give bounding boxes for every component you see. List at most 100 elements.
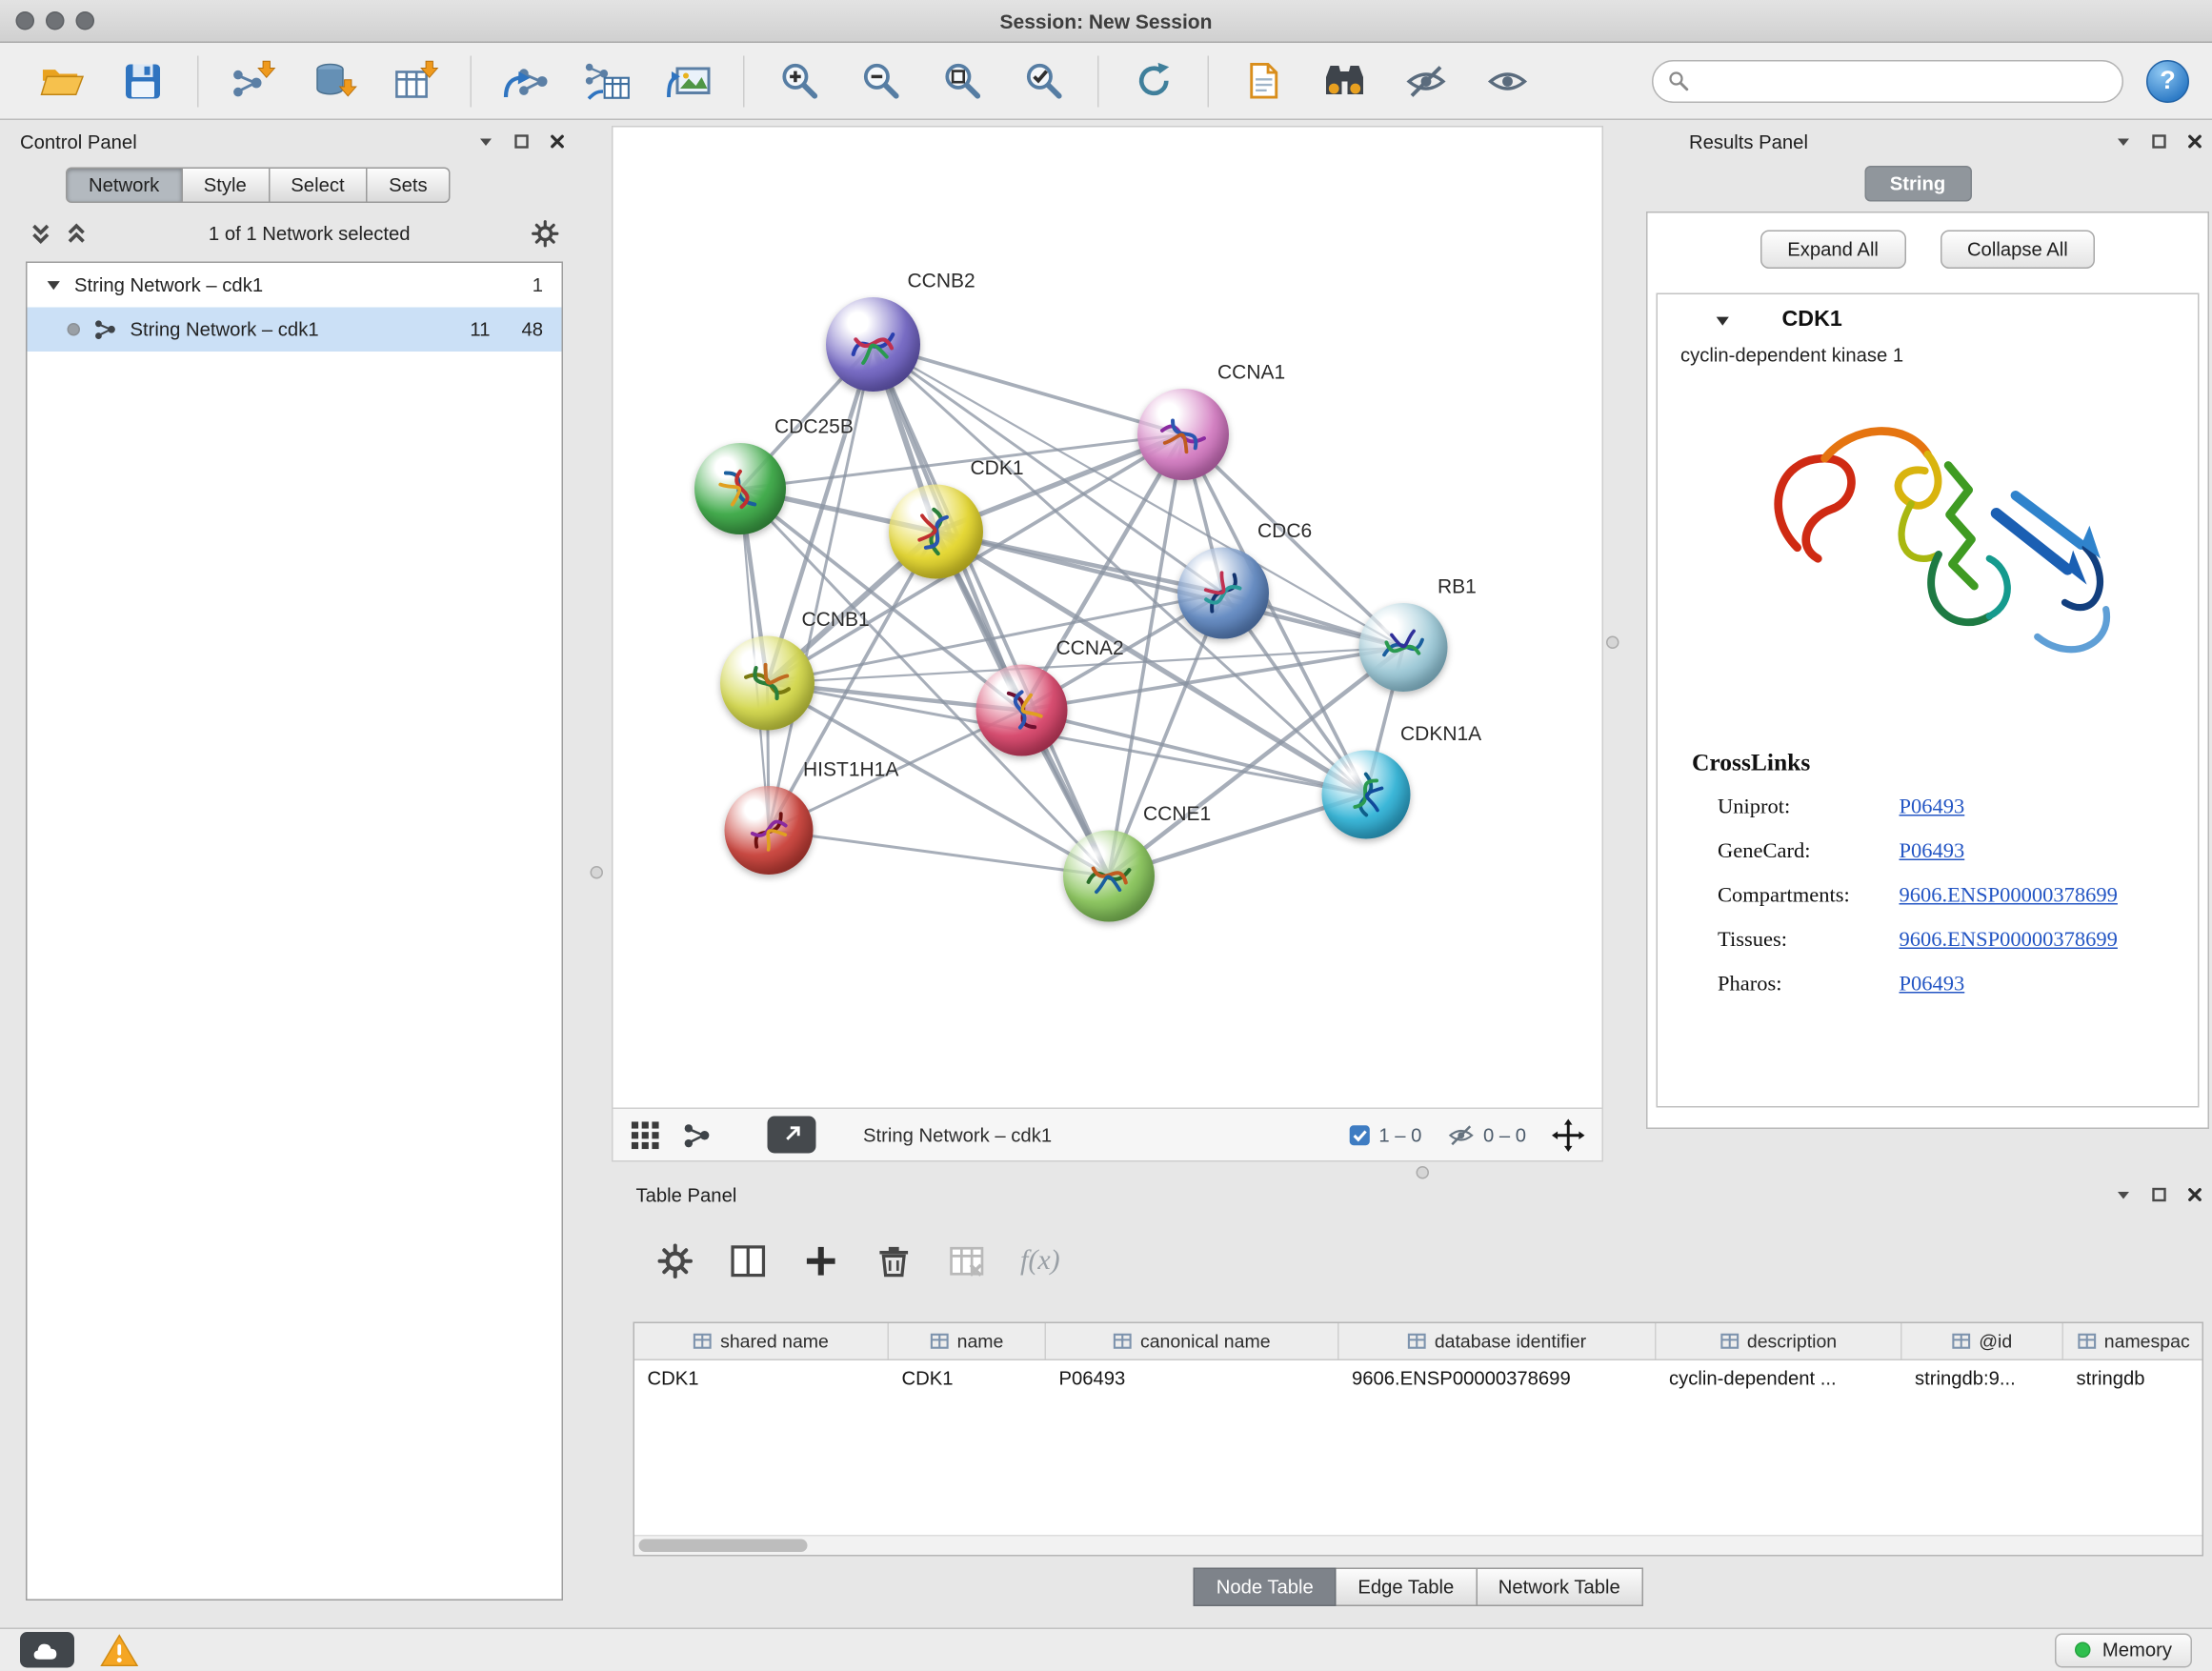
delete-column-trash-icon[interactable] [875, 1241, 914, 1280]
network-node-ccna2[interactable] [976, 665, 1068, 756]
control-panel-tabs: Network Style Select Sets [66, 168, 574, 204]
panel-menu-icon[interactable] [2115, 133, 2132, 151]
network-node-cdk1[interactable] [889, 485, 983, 579]
expander-icon[interactable] [46, 277, 62, 293]
network-node-ccna1[interactable] [1137, 389, 1229, 480]
import-table-from-file-button[interactable] [389, 50, 443, 111]
warning-icon[interactable] [100, 1633, 139, 1667]
save-session-button[interactable] [116, 50, 171, 111]
help-button[interactable]: ? [2146, 59, 2189, 102]
search-input[interactable] [1699, 70, 2108, 92]
panel-close-icon[interactable] [2186, 1186, 2203, 1203]
panel-float-icon[interactable] [2151, 1186, 2168, 1203]
crosslink-link[interactable]: P06493 [1900, 840, 1965, 865]
table-toolbar: f(x) [625, 1211, 2212, 1291]
table-row[interactable]: CDK1CDK1P064939606.ENSP00000378699cyclin… [634, 1360, 2202, 1398]
network-node-ccnb1[interactable] [720, 636, 814, 731]
pan-crosshair-icon[interactable] [1552, 1118, 1585, 1152]
grid-view-icon[interactable] [631, 1119, 661, 1150]
cloud-button[interactable] [20, 1632, 74, 1668]
tab-node-table[interactable]: Node Table [1194, 1568, 1337, 1607]
protein-ribbon-thumbnail [705, 453, 776, 525]
crosslink-link[interactable]: P06493 [1900, 974, 1965, 998]
collapse-all-networks-icon[interactable] [29, 222, 53, 247]
expand-all-networks-icon[interactable] [65, 222, 90, 247]
tab-select[interactable]: Select [270, 168, 368, 204]
import-network-database-icon [312, 59, 357, 102]
hide-graphics-details-button[interactable] [1399, 50, 1454, 111]
network-image-export-button[interactable] [662, 50, 716, 111]
network-node-label: CDC6 [1257, 519, 1312, 542]
section-expander-icon[interactable] [1715, 312, 1731, 329]
network-node-ccne1[interactable] [1063, 831, 1155, 922]
detach-view-button[interactable] [768, 1117, 816, 1154]
open-session-button[interactable] [34, 50, 89, 111]
string-results-box: Expand All Collapse All CDK1 cyclin-depe… [1646, 211, 2209, 1129]
network-row[interactable]: String Network – cdk1 11 48 [28, 308, 562, 352]
tab-style[interactable]: Style [182, 168, 270, 204]
column-header-namespac[interactable]: namespac [2063, 1323, 2203, 1359]
tab-network-table[interactable]: Network Table [1477, 1568, 1642, 1607]
column-header-canonical-name[interactable]: canonical name [1046, 1323, 1339, 1359]
network-options-gear-icon[interactable] [531, 219, 561, 250]
memory-button[interactable]: Memory [2055, 1633, 2192, 1667]
tab-network[interactable]: Network [66, 168, 182, 204]
zoom-window-button[interactable] [76, 11, 95, 30]
network-collection-row[interactable]: String Network – cdk1 1 [28, 263, 562, 308]
network-node-ccnb2[interactable] [826, 297, 920, 392]
right-splitter-handle[interactable] [1606, 636, 1619, 650]
collapse-all-button[interactable]: Collapse All [1940, 231, 2095, 270]
tab-sets[interactable]: Sets [368, 168, 451, 204]
panel-float-icon[interactable] [2151, 133, 2168, 151]
network-and-table-button[interactable] [580, 50, 634, 111]
network-view-canvas[interactable]: CCNB2CCNA1CDC25BCDK1CDC6RB1CCNB1CCNA2CDK… [612, 126, 1603, 1108]
help-glyph: ? [2160, 66, 2176, 96]
column-header-description[interactable]: description [1657, 1323, 1902, 1359]
column-header-database-identifier[interactable]: database identifier [1339, 1323, 1657, 1359]
network-node-cdc6[interactable] [1177, 548, 1269, 639]
column-header-shared-name[interactable]: shared name [634, 1323, 889, 1359]
add-column-icon[interactable] [802, 1241, 841, 1280]
import-network-from-database-button[interactable] [308, 50, 362, 111]
network-node-cdkn1a[interactable] [1322, 751, 1411, 839]
network-node-hist1h1a[interactable] [725, 786, 814, 875]
scrollbar-thumb[interactable] [639, 1540, 808, 1553]
new-network-from-selection-button[interactable] [499, 50, 553, 111]
document-icon [1244, 60, 1283, 102]
network-node-cdc25b[interactable] [694, 443, 786, 534]
network-view-share-icon[interactable] [682, 1119, 713, 1150]
refresh-view-button[interactable] [1126, 50, 1180, 111]
zoom-selected-button[interactable] [1016, 50, 1071, 111]
zoom-fit-button[interactable] [935, 50, 989, 111]
network-node-rb1[interactable] [1359, 603, 1448, 692]
panel-close-icon[interactable] [2186, 133, 2203, 151]
left-splitter-handle[interactable] [591, 866, 604, 879]
search-field[interactable] [1652, 59, 2123, 102]
document-button[interactable] [1237, 50, 1291, 111]
show-columns-icon[interactable] [729, 1241, 768, 1280]
panel-float-icon[interactable] [513, 133, 531, 151]
close-window-button[interactable] [16, 11, 35, 30]
expand-all-button[interactable]: Expand All [1760, 231, 1906, 270]
table-settings-gear-icon[interactable] [656, 1241, 695, 1280]
zoom-out-button[interactable] [854, 50, 908, 111]
crosslink-link[interactable]: 9606.ENSP00000378699 [1900, 885, 2118, 910]
horizontal-splitter-handle[interactable] [1417, 1166, 1430, 1179]
panel-close-icon[interactable] [549, 133, 566, 151]
column-header--id[interactable]: @id [1902, 1323, 2064, 1359]
show-graphics-details-button[interactable] [1480, 50, 1535, 111]
panel-menu-icon[interactable] [477, 133, 494, 151]
tab-string[interactable]: String [1864, 166, 1972, 202]
protein-structure-image [1658, 366, 2198, 726]
import-network-from-file-button[interactable] [226, 50, 280, 111]
horizontal-scrollbar[interactable] [634, 1535, 2202, 1555]
minimize-window-button[interactable] [46, 11, 65, 30]
tab-edge-table[interactable]: Edge Table [1337, 1568, 1477, 1607]
crosslink-link[interactable]: P06493 [1900, 796, 1965, 821]
crosslink-row: Uniprot:P06493 [1658, 786, 2198, 831]
crosslink-link[interactable]: 9606.ENSP00000378699 [1900, 929, 2118, 954]
column-header-name[interactable]: name [889, 1323, 1046, 1359]
network-overview-button[interactable] [1317, 50, 1372, 111]
zoom-in-button[interactable] [772, 50, 826, 111]
panel-menu-icon[interactable] [2115, 1186, 2132, 1203]
